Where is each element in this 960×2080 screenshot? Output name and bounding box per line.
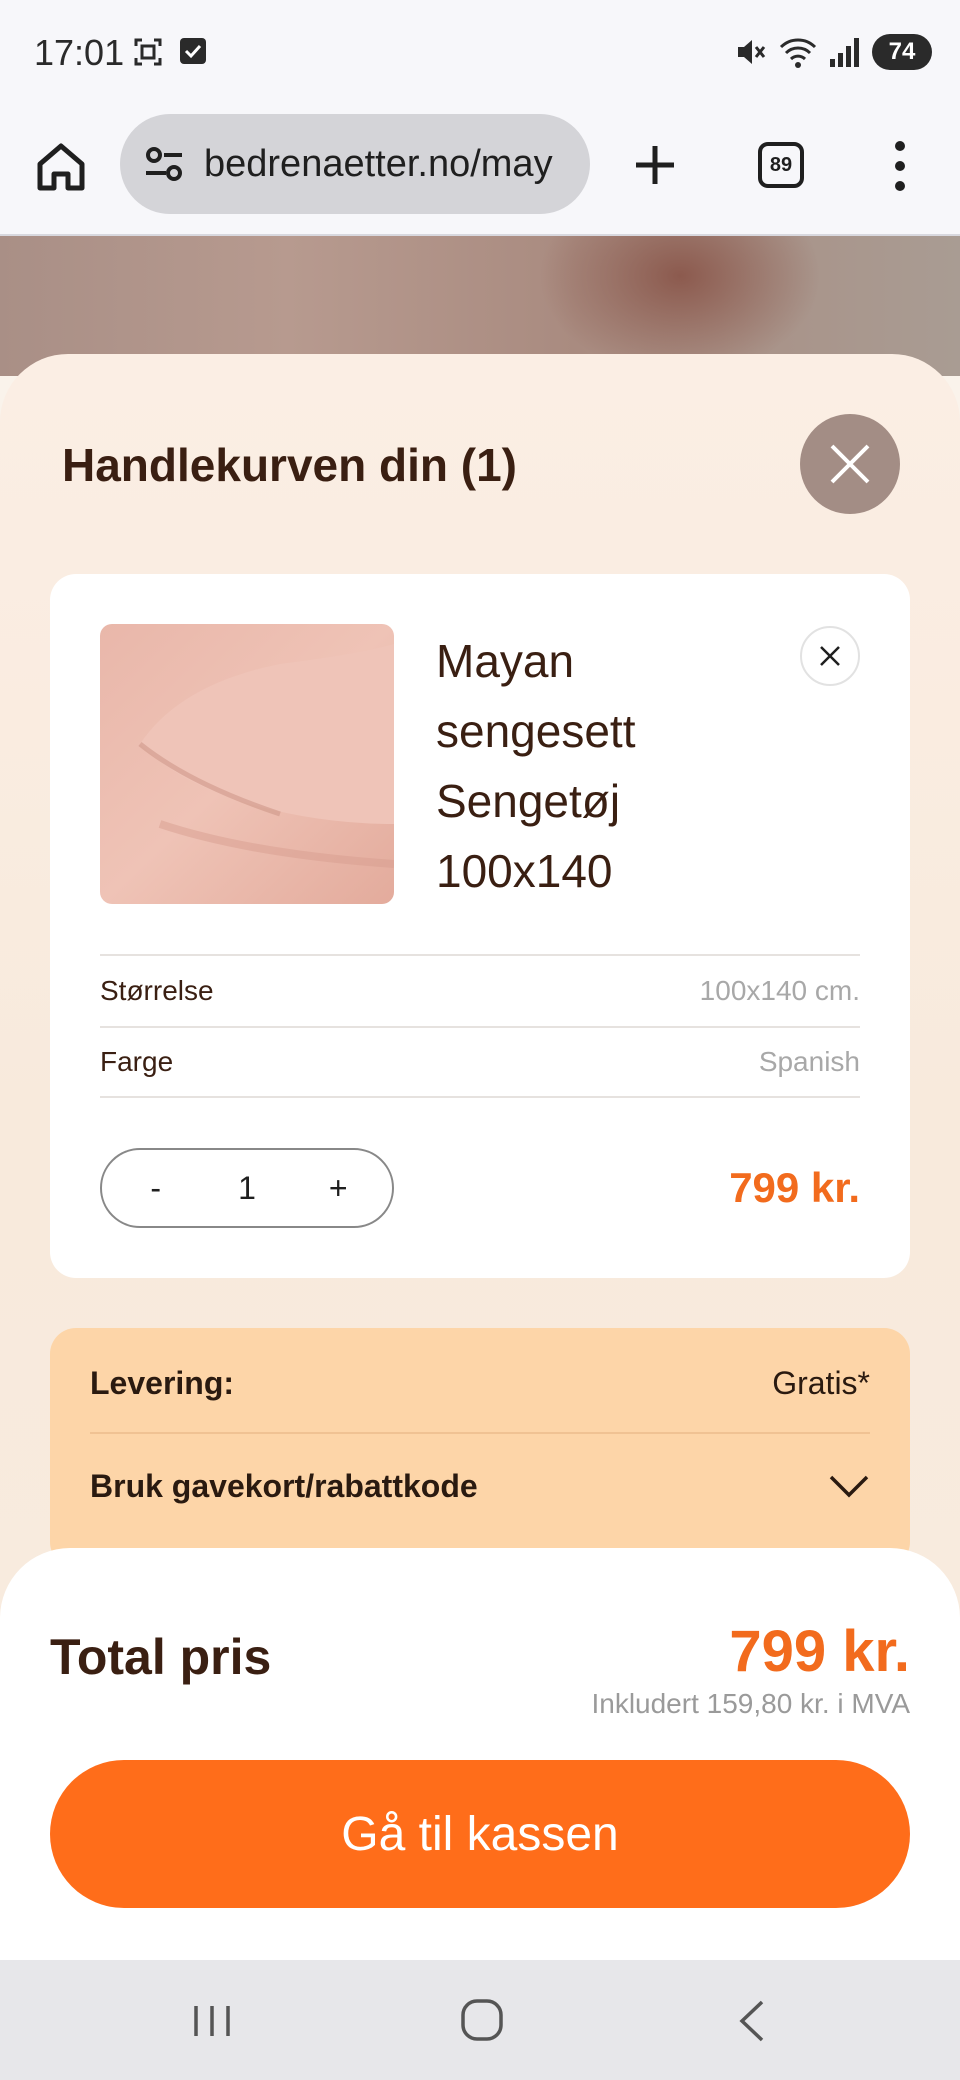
url-text: bedrenaetter.no/may — [204, 142, 553, 185]
total-price: 799 kr. — [729, 1619, 910, 1684]
site-settings-icon[interactable] — [142, 142, 186, 186]
recents-icon[interactable] — [192, 2004, 232, 2038]
spec-value: Spanish — [758, 1046, 860, 1077]
back-icon[interactable] — [736, 1998, 766, 2044]
delivery-box: Levering: Gratis* Bruk gavekort/rabattko… — [50, 1328, 910, 1568]
vat-note: Inkludert 159,80 kr. i MVA — [591, 1688, 910, 1719]
status-time: 17:01 — [34, 32, 125, 73]
close-icon — [830, 444, 870, 484]
signal-icon — [830, 38, 859, 67]
checkout-button[interactable]: Gå til kassen — [50, 1760, 910, 1908]
item-price: 799 kr. — [729, 1164, 860, 1211]
new-tab-icon[interactable] — [630, 140, 680, 190]
increase-quantity-button[interactable]: + — [313, 1170, 363, 1207]
status-bar: 17:01 74 — [0, 0, 960, 110]
wifi-icon — [779, 38, 817, 68]
status-icons-left — [132, 36, 208, 68]
cart-drawer: Handlekurven din (1) Mayan sengesett Sen… — [0, 354, 960, 1654]
quantity-stepper: - 1 + — [100, 1148, 394, 1228]
delivery-value: Gratis* — [772, 1364, 870, 1401]
product-image[interactable] — [100, 624, 394, 904]
status-icons-right: 74 — [734, 34, 932, 70]
product-name-line: Sengetøj — [436, 775, 621, 827]
home-nav-icon[interactable] — [460, 1998, 504, 2042]
product-name-line: sengesett — [436, 705, 636, 757]
delivery-row: Levering: Gratis* — [90, 1334, 870, 1434]
system-nav-bar — [0, 1960, 960, 2080]
checkbox-icon — [180, 38, 206, 64]
screenshot-icon — [134, 38, 162, 66]
cart-item-card: Mayan sengesett Sengetøj 100x140 Størrel… — [50, 574, 910, 1278]
delivery-label: Levering: — [90, 1364, 235, 1401]
home-icon[interactable] — [34, 140, 88, 194]
browser-toolbar: bedrenaetter.no/may 89 — [0, 110, 960, 236]
product-name[interactable]: Mayan sengesett Sengetøj 100x140 — [436, 626, 756, 906]
spec-label: Farge — [100, 1046, 174, 1077]
giftcard-toggle[interactable]: Bruk gavekort/rabattkode — [90, 1436, 870, 1536]
battery-indicator: 74 — [872, 34, 932, 70]
chevron-down-icon — [829, 1475, 869, 1498]
quantity-value[interactable]: 1 — [238, 1170, 256, 1207]
decrease-quantity-button[interactable]: - — [131, 1170, 181, 1207]
close-cart-button[interactable] — [800, 414, 900, 514]
address-bar[interactable]: bedrenaetter.no/may — [120, 114, 590, 214]
spec-value: 100x140 cm. — [699, 975, 860, 1006]
close-icon — [820, 646, 840, 666]
spec-row-color: Farge Spanish — [100, 1026, 860, 1098]
spec-row-size: Størrelse 100x140 cm. — [100, 954, 860, 1026]
giftcard-label: Bruk gavekort/rabattkode — [90, 1467, 478, 1504]
total-label: Total pris — [50, 1629, 272, 1685]
cart-title: Handlekurven din (1) — [62, 439, 517, 491]
more-menu-icon[interactable] — [880, 138, 920, 194]
product-name-line: 100x140 — [436, 845, 613, 897]
mute-icon — [738, 40, 766, 64]
remove-item-button[interactable] — [800, 626, 860, 686]
spec-label: Størrelse — [100, 975, 214, 1006]
tab-switcher-button[interactable]: 89 — [758, 142, 804, 188]
order-summary: Total pris 799 kr. Inkludert 159,80 kr. … — [0, 1548, 960, 1960]
product-name-line: Mayan — [436, 635, 575, 687]
